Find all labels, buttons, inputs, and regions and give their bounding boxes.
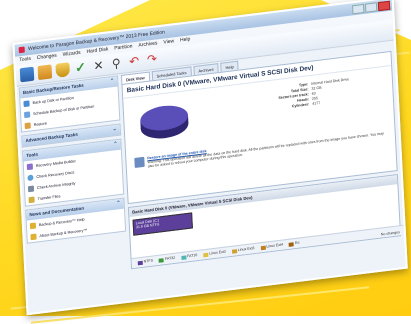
archive-icon [27,184,35,192]
app-icon [18,46,25,53]
legend-label: Re [294,240,300,246]
task-label: About Backup & Recovery™ [39,227,88,238]
status-text: No changes [380,230,401,237]
minimize-button[interactable] [352,3,365,15]
swatch [231,248,237,254]
legend-item: FAT16 [181,254,197,260]
task-label: Restore [33,120,47,127]
legend-label: Linux Ext2 [209,250,227,257]
task-label: Transfer Files [37,193,61,201]
close-button[interactable] [377,0,391,12]
backup-icon [23,99,30,107]
search-icon[interactable]: ⚲ [109,56,124,72]
menu-tools[interactable]: Tools [19,55,31,65]
restore-icon [24,121,31,129]
redo-icon[interactable]: ↷ [145,51,160,67]
undo-icon[interactable]: ↶ [127,53,142,69]
swatch [260,245,266,250]
shield-icon[interactable] [55,62,71,78]
help-icon [29,221,37,229]
app-window: Welcome to Paragon Backup & Recovery™ 20… [12,0,408,316]
legend-item: Linux Ext2 [203,250,226,257]
legend-item: FAT32 [158,256,176,263]
swatch [158,257,165,263]
legend-item: Re [288,240,300,247]
chevron-up-icon[interactable]: ⌃ [116,200,120,207]
swatch [137,260,143,265]
partition-block[interactable]: Local Disk (C:) 31.9 GB NTFS [132,212,193,236]
legend-label: FAT32 [164,256,176,262]
menu-help[interactable]: Help [180,35,191,45]
maximize-button[interactable] [364,2,378,13]
legend-item: NTFS [137,258,154,265]
swatch [288,241,295,247]
disc-icon [27,173,34,181]
swatch [203,252,209,257]
discard-cross-icon[interactable]: ✕ [91,58,106,74]
schedule-icon [23,110,31,118]
swatch [181,254,187,260]
chevron-up-icon[interactable]: ⌃ [110,78,114,85]
panel-title: Advanced Backup Tasks [25,131,78,144]
media-icon [26,162,33,170]
transfer-icon [28,195,35,203]
chevron-up-icon[interactable]: ⌃ [113,141,117,148]
prop-value: 4177 [312,100,321,106]
panel-title: Tools [26,151,38,159]
screenshot-card: Welcome to Paragon Backup & Recovery™ 20… [12,0,408,316]
legend-label: NTFS [143,258,154,265]
chevron-down-icon[interactable]: ⌄ [112,126,116,133]
panel-tools: Tools ⌃ Recovery Media Builder Check Rec… [22,138,125,207]
legend-item: Linux Ext3 [231,246,255,254]
apply-check-icon[interactable]: ✓ [73,59,88,76]
menu-view[interactable]: View [163,37,174,47]
fs-legend: NTFS FAT32 FAT16 Linux Ext2 Linux Ext3 L… [131,224,407,269]
info-icon [30,233,37,240]
disk-pie-icon [140,105,189,139]
restore-disk-icon [134,156,145,169]
disk-properties: Type: Internal Hard Disk Drive Total Size… [272,77,350,111]
backup-icon[interactable] [19,66,35,83]
legend-label: Linux Ext3 [237,246,255,253]
legend-label: FAT16 [187,253,198,259]
legend-label: Linux Ext4 [266,242,284,250]
restore-icon[interactable] [37,64,53,81]
main-area: Disk View Scheduled Tasks Archives Help … [120,42,407,297]
task-sidebar: Basic Backup/Restore Tasks ⌃ Back up Dis… [18,75,130,309]
legend-item: Linux Ext4 [260,243,283,250]
